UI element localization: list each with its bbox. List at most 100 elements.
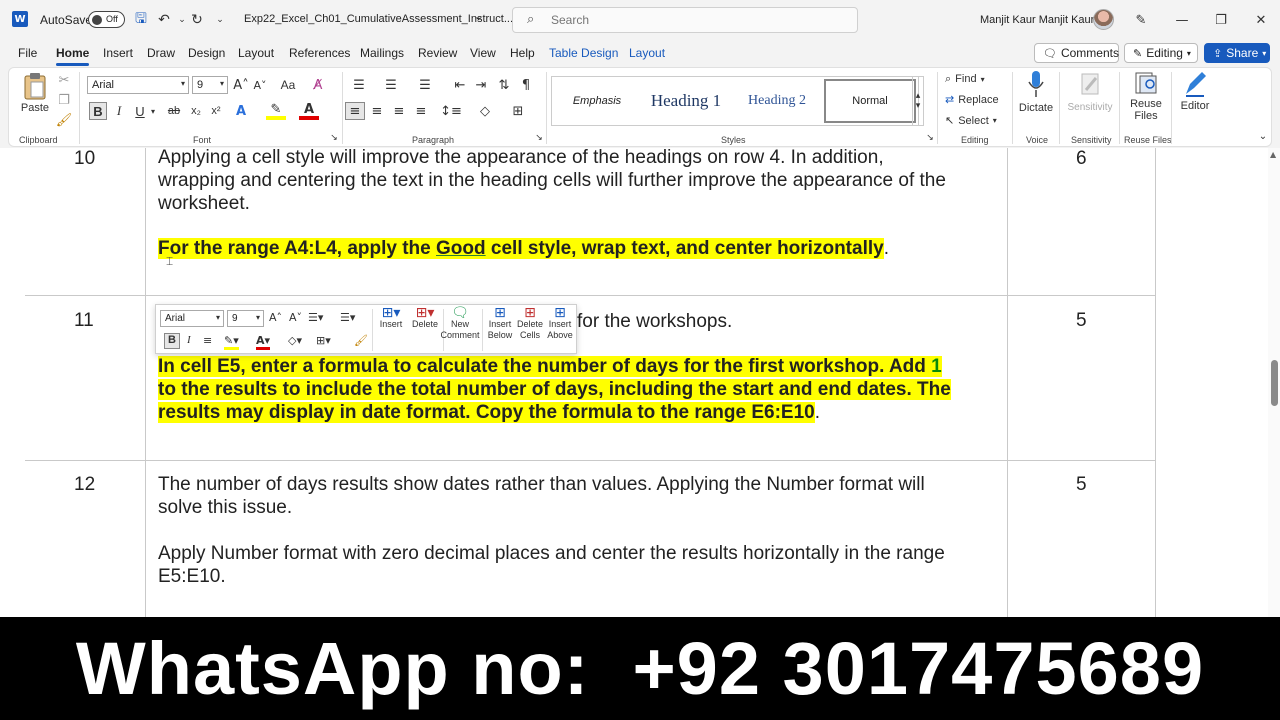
tab-design[interactable]: Design <box>188 46 225 60</box>
row-11-instruction[interactable]: In cell E5, enter a formula to calculate… <box>158 355 1008 424</box>
font-name-box[interactable]: Arial ▾ <box>87 76 189 94</box>
row-11-intro[interactable]: for the workshops. <box>577 310 877 333</box>
row-12-instruction[interactable]: Apply Number format with zero decimal pl… <box>158 542 1008 588</box>
document-title[interactable]: Exp22_Excel_Ch01_CumulativeAssessment_In… <box>244 13 513 25</box>
user-name[interactable]: Manjit Kaur Manjit Kaur <box>980 14 1094 26</box>
tab-draw[interactable]: Draw <box>147 46 175 60</box>
search-box[interactable]: ⌕ <box>512 7 858 33</box>
tab-table-design[interactable]: Table Design <box>549 46 618 60</box>
chevron-down-icon[interactable]: ▾ <box>148 102 158 120</box>
mini-font-name[interactable]: Arial ▾ <box>160 310 224 327</box>
style-heading-1[interactable]: Heading 1 <box>642 79 730 123</box>
dictate-button[interactable]: Dictate <box>1017 70 1055 114</box>
strikethrough-button[interactable]: ab <box>164 102 184 120</box>
autosave-toggle[interactable]: Off <box>88 11 125 28</box>
grow-font-icon[interactable]: A˄ <box>232 76 250 94</box>
tab-view[interactable]: View <box>470 46 496 60</box>
tab-file[interactable]: File <box>18 46 37 60</box>
row-10-intro[interactable]: Applying a cell style will improve the a… <box>158 148 1008 215</box>
format-painter-icon[interactable]: 🖌 <box>56 112 73 128</box>
numbering-icon[interactable]: ☰▾ <box>340 311 355 324</box>
styles-dialog-launcher-icon[interactable]: ↘ <box>924 132 936 144</box>
align-left-icon[interactable]: ≡ <box>345 102 365 120</box>
mini-new-comment-button[interactable]: 🗨 New Comment <box>440 306 480 341</box>
mini-italic-button[interactable]: I <box>187 334 191 346</box>
increase-indent-icon[interactable]: ⇥ <box>472 76 490 94</box>
shading-icon[interactable]: ◇ <box>471 102 499 120</box>
borders-icon[interactable]: ⊞ <box>504 102 532 120</box>
font-dialog-launcher-icon[interactable]: ↘ <box>328 132 340 144</box>
save-icon[interactable]: 🖫 <box>131 10 151 30</box>
copy-icon[interactable]: ❐ <box>56 92 72 108</box>
cut-icon[interactable]: ✂ <box>56 72 72 88</box>
chevron-down-icon[interactable]: ⌄ <box>474 10 483 23</box>
reuse-files-button[interactable]: Reuse Files <box>1125 70 1167 122</box>
row-12-intro[interactable]: The number of days results show dates ra… <box>158 473 1008 519</box>
decrease-indent-icon[interactable]: ⇤ <box>451 76 469 94</box>
share-button[interactable]: ⇪ Share ▾ <box>1204 43 1270 63</box>
shrink-font-icon[interactable]: A˅ <box>289 311 302 324</box>
style-normal[interactable]: Normal <box>824 79 916 123</box>
justify-icon[interactable]: ≡ <box>411 102 431 120</box>
tab-mailings[interactable]: Mailings <box>360 46 404 60</box>
redo-icon[interactable]: ↻ <box>187 10 207 30</box>
collapse-ribbon-icon[interactable]: ⌄ <box>1257 130 1269 142</box>
bullets-icon[interactable]: ☰▾ <box>308 311 323 324</box>
change-case-button[interactable]: Aa <box>275 76 301 94</box>
style-heading-2[interactable]: Heading 2 <box>734 79 820 123</box>
pen-icon[interactable]: ✎ <box>1130 9 1152 31</box>
sort-icon[interactable]: ⇅ <box>495 76 513 94</box>
show-formatting-icon[interactable]: ¶ <box>517 76 535 94</box>
mini-insert-button[interactable]: ⊞▾ Insert <box>374 306 408 330</box>
mini-insert-above-button[interactable]: ⊞ Insert Above <box>546 306 574 341</box>
highlight-icon[interactable]: ✎ <box>266 102 286 120</box>
close-icon[interactable]: ✕ <box>1250 9 1272 31</box>
mini-borders-icon[interactable]: ⊞▾ <box>316 334 331 347</box>
scrollbar-thumb[interactable] <box>1271 360 1278 406</box>
tab-home[interactable]: Home <box>56 46 90 66</box>
mini-insert-below-button[interactable]: ⊞ Insert Below <box>486 306 514 341</box>
mini-align-center-icon[interactable]: ≡ <box>203 334 212 347</box>
restore-icon[interactable]: ❐ <box>1210 9 1232 31</box>
select-button[interactable]: ↖ Select ▾ <box>945 114 997 127</box>
text-effects-icon[interactable]: A <box>231 102 251 120</box>
underline-button[interactable]: U <box>131 102 149 120</box>
sensitivity-button[interactable]: Sensitivity <box>1065 70 1115 113</box>
undo-icon[interactable]: ↶ <box>154 10 174 30</box>
paragraph-dialog-launcher-icon[interactable]: ↘ <box>533 132 545 144</box>
tab-insert[interactable]: Insert <box>103 46 133 60</box>
mini-font-size[interactable]: 9 ▾ <box>227 310 264 327</box>
mini-delete-button[interactable]: ⊞▾ Delete <box>408 306 442 330</box>
mini-bold-button[interactable]: B <box>164 333 180 349</box>
line-spacing-icon[interactable]: ↕≡ <box>437 102 465 120</box>
align-center-icon[interactable]: ≡ <box>367 102 387 120</box>
tab-layout[interactable]: Layout <box>238 46 274 60</box>
scroll-up-icon[interactable]: ▲ <box>1270 150 1276 159</box>
tab-help[interactable]: Help <box>510 46 535 60</box>
comments-button[interactable]: 🗨 Comments <box>1034 43 1119 63</box>
italic-button[interactable]: I <box>110 102 128 120</box>
multilevel-list-icon[interactable]: ☰ <box>413 76 437 94</box>
replace-button[interactable]: ⇄ Replace <box>945 93 999 106</box>
editing-mode-button[interactable]: ✎ Editing ▾ <box>1124 43 1198 63</box>
style-emphasis[interactable]: Emphasis <box>556 79 638 123</box>
mini-highlight-icon[interactable]: ✎▾ <box>224 334 239 350</box>
numbering-icon[interactable]: ☰ <box>379 76 403 94</box>
bold-button[interactable]: B <box>89 102 107 120</box>
mini-delete-cells-button[interactable]: ⊞ Delete Cells <box>516 306 544 341</box>
editor-button[interactable]: Editor <box>1175 70 1215 112</box>
clear-formatting-icon[interactable]: A̸ <box>309 76 327 94</box>
superscript-button[interactable]: x² <box>207 102 225 120</box>
tab-references[interactable]: References <box>289 46 350 60</box>
vertical-scrollbar[interactable]: ▲ <box>1268 148 1280 617</box>
row-10-instruction[interactable]: For the range A4:L4, apply the Good cell… <box>158 237 1008 260</box>
tab-review[interactable]: Review <box>418 46 457 60</box>
document-canvas[interactable]: 10 6 Applying a cell style will improve … <box>0 148 1280 617</box>
subscript-button[interactable]: x₂ <box>187 102 205 120</box>
find-button[interactable]: ⌕ Find ▾ <box>945 72 985 86</box>
tab-table-layout[interactable]: Layout <box>629 46 665 60</box>
font-size-box[interactable]: 9 ▾ <box>192 76 228 94</box>
avatar[interactable] <box>1093 9 1114 30</box>
mini-format-painter-icon[interactable]: 🖌 <box>354 334 368 347</box>
customize-qat-icon[interactable]: ⌄ <box>210 10 230 30</box>
